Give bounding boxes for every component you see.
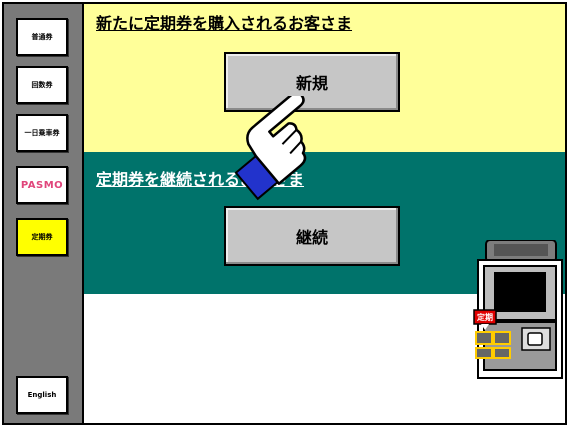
sidebar-item-day-pass[interactable]: 一日乗車券 (16, 114, 68, 152)
sidebar-item-label: 一日乗車券 (24, 129, 60, 137)
renew-button[interactable]: 継続 (224, 206, 400, 266)
ticket-machine-icon: 定期 (473, 240, 563, 379)
sidebar-item-coupon-ticket[interactable]: 回数券 (16, 66, 68, 104)
main-panel: 新たに定期券を購入されるお客さま 新規 定期券を継続されるお客さま 継続 定期 (84, 4, 565, 423)
pointing-hand-icon (234, 96, 307, 201)
new-purchase-heading: 新たに定期券を購入されるお客さま (96, 14, 353, 33)
sidebar-item-label: 回数券 (31, 81, 53, 89)
sidebar-item-label: 定期券 (31, 233, 53, 241)
sidebar-item-commuter-pass[interactable]: 定期券 (16, 218, 68, 256)
sidebar-item-label: English (27, 391, 57, 399)
sidebar-item-label: 普通券 (31, 33, 53, 41)
machine-tag-label: 定期 (476, 312, 493, 322)
sidebar-item-label: PASMO (20, 179, 64, 191)
sidebar-item-english[interactable]: English (16, 376, 68, 414)
sidebar-item-pasmo[interactable]: PASMO (16, 166, 68, 204)
app-window: 普通券 回数券 一日乗車券 PASMO 定期券 English 新たに定期券を購… (2, 2, 567, 425)
sidebar: 普通券 回数券 一日乗車券 PASMO 定期券 English (4, 4, 84, 423)
sidebar-item-regular-ticket[interactable]: 普通券 (16, 18, 68, 56)
